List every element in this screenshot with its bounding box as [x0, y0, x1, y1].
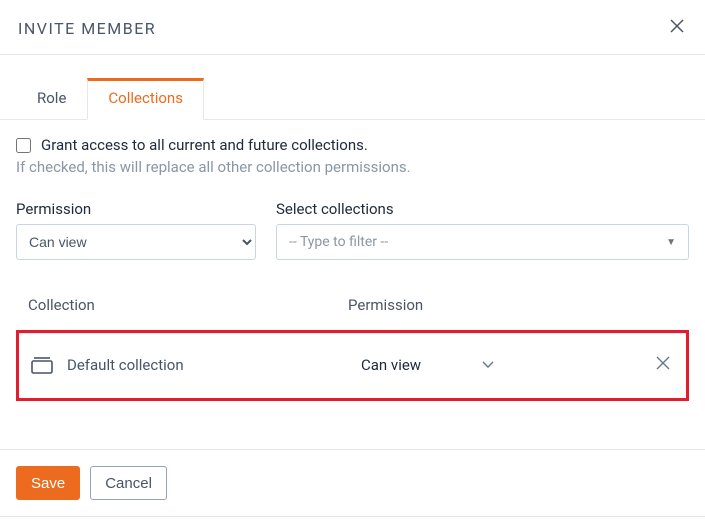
caret-down-icon: ▼	[666, 237, 676, 248]
table-row: Default collection Can view	[19, 333, 686, 398]
form-row: Permission Can view Select collections -…	[16, 200, 689, 260]
collection-icon	[31, 356, 53, 374]
footer: Save Cancel	[0, 449, 705, 517]
table-header: Collection Permission	[16, 284, 689, 330]
select-collections-group: Select collections -- Type to filter -- …	[276, 200, 689, 260]
collection-name: Default collection	[67, 356, 184, 374]
cell-collection: Default collection	[31, 356, 361, 374]
modal-header: INVITE MEMBER	[0, 0, 705, 55]
permission-select[interactable]: Can view	[16, 224, 256, 260]
grant-access-helper: If checked, this will replace all other …	[16, 158, 689, 176]
grant-access-checkbox[interactable]	[16, 138, 31, 153]
permission-label: Permission	[16, 200, 256, 218]
remove-row-button[interactable]	[652, 352, 674, 378]
save-button[interactable]: Save	[16, 466, 80, 500]
tab-collections[interactable]: Collections	[87, 78, 204, 120]
row-permission-value: Can view	[361, 356, 421, 374]
grant-access-label: Grant access to all current and future c…	[41, 136, 368, 154]
select-collections-label: Select collections	[276, 200, 689, 218]
grant-access-row: Grant access to all current and future c…	[16, 136, 689, 154]
modal-title: INVITE MEMBER	[18, 19, 156, 38]
cell-permission[interactable]: Can view	[361, 356, 652, 374]
col-header-collection: Collection	[28, 296, 348, 314]
close-icon	[656, 356, 670, 370]
tabs: Role Collections	[0, 77, 705, 120]
collections-filter-combo[interactable]: -- Type to filter -- ▼	[276, 224, 689, 260]
tab-role[interactable]: Role	[16, 78, 87, 120]
highlight-region: Default collection Can view	[16, 330, 689, 401]
tab-content: Grant access to all current and future c…	[0, 120, 705, 411]
cancel-button[interactable]: Cancel	[90, 466, 167, 500]
chevron-down-icon	[481, 356, 495, 374]
close-button[interactable]	[669, 18, 685, 38]
col-header-permission: Permission	[348, 296, 423, 314]
collections-filter-placeholder: -- Type to filter --	[289, 234, 388, 250]
permission-group: Permission Can view	[16, 200, 256, 260]
close-icon	[669, 18, 685, 34]
